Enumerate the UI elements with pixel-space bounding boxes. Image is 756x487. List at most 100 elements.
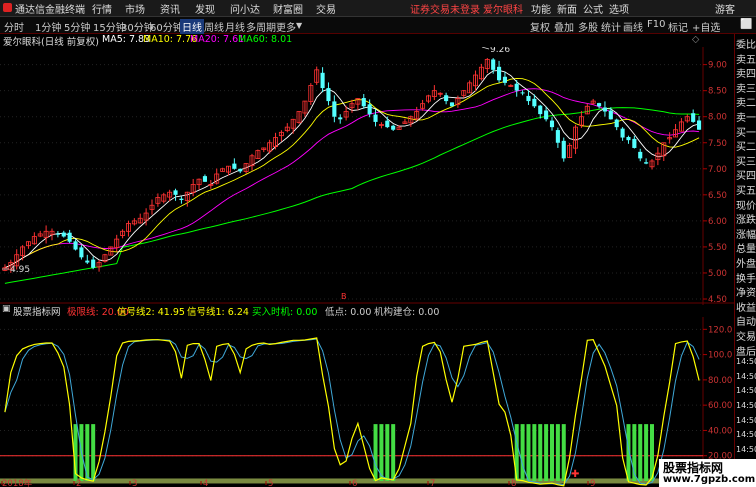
sidebar-item-15[interactable]: 外盘 [736,255,756,270]
sidebar-item-1[interactable]: 卖五 [736,51,756,66]
sidebar-item-11[interactable]: 现价 [736,197,756,212]
param-xinhaoxian1: 信号线1: 6.24 [187,307,249,318]
buy-signal-bar [520,424,525,481]
tool-huaxian[interactable]: 画线 [623,19,643,34]
indicator-name[interactable]: 股票指标网 [13,304,61,318]
tool-f10[interactable]: F10 [647,19,665,30]
buy-signal-bar [532,424,537,481]
sidebar-item-10[interactable]: 买五 [736,182,756,197]
site-watermark: 股票指标网 www.7gpzb.com [659,459,756,487]
xtick-label: 5 [268,479,273,487]
xtick-label: 2 [76,479,81,487]
menu-item-shichang[interactable]: 市场 [125,1,145,16]
xtick-label: 9 [590,479,595,487]
period-5min[interactable]: 5分钟 [64,19,90,34]
candle-body [85,260,90,263]
period-1min[interactable]: 1分钟 [35,19,61,34]
candle-body [326,88,331,102]
tool-fuquan[interactable]: 复权 [530,19,550,34]
event-marker-icon[interactable]: B [341,292,347,301]
buy-signal-bar [638,424,643,481]
buy-signal-bar [555,424,560,481]
tool-tongji[interactable]: 统计 [601,19,621,34]
ytick-label: 9.00 [708,61,727,71]
menu-item-xuanxiang[interactable]: 选项 [609,1,629,16]
candle-body [538,105,543,115]
sidebar-item-9[interactable]: 买四 [736,167,756,182]
guest-label[interactable]: 游客 [715,1,735,16]
menu-item-faxian[interactable]: 发现 [195,1,215,16]
period-daily[interactable]: 日线 [180,19,204,34]
tool-diejia[interactable]: 叠加 [554,19,574,34]
candle-body [73,241,78,250]
sidebar-item-21[interactable]: 盘后 [736,343,756,358]
indicator-menu-icon[interactable]: ▣ [2,304,11,314]
sidebar-item-28[interactable]: 14:50 [736,445,756,454]
menu-item-xinmian[interactable]: 新面 [557,1,577,16]
period-60min[interactable]: 60分钟 [150,19,183,34]
sidebar-item-27[interactable]: 14:50 [736,430,756,439]
menu-item-caifuquan[interactable]: 财富圈 [273,1,303,16]
period-multi[interactable]: 多周期 [246,19,276,34]
price-chart[interactable]: 9.00 8.50 8.00 7.50 7.00 6.50 6.00 5.50 5.00 4.50… [0,47,734,305]
tool-biaoji[interactable]: 标记 [668,19,688,34]
menu-item-zixun[interactable]: 资讯 [160,1,180,16]
ytick-label: 5.00 [708,269,727,279]
sidebar-item-24[interactable]: 14:50 [736,386,756,395]
sidebar-item-23[interactable]: 14:50 [736,372,756,381]
sidebar-item-12[interactable]: 涨跌 [736,211,756,226]
indicator-chart[interactable]: ✚ 120.0100.080.0060.0040.0020.000.00 201… [0,317,734,487]
tool-duogu[interactable]: 多股 [578,19,598,34]
sidebar-item-0[interactable]: 委比 [736,36,756,51]
high-marker-pointer [481,47,490,50]
menu-item-gongshi[interactable]: 公式 [583,1,603,16]
xtick-label: 8 [511,479,516,487]
candle-body [632,138,637,148]
candle-body [179,198,184,201]
candle-body [385,120,390,128]
period-toolbar: 分时 1分钟 5分钟 15分钟 30分钟 60分钟 日线 周线 月线 多周期 更… [0,17,756,34]
period-30min[interactable]: 30分钟 [121,19,154,34]
period-monthly[interactable]: 月线 [225,19,245,34]
quote-sidebar[interactable]: 委比 卖五 卖四 卖三 卖二 卖一 买一 买二 买三 买四 买五 现价 涨跌 涨幅 总量 外盘 换手 净资 收益 自动… [734,34,756,487]
sidebar-item-3[interactable]: 卖三 [736,80,756,95]
menu-item-gongneng[interactable]: 功能 [531,1,551,16]
candle-body [67,232,72,242]
sidebar-item-19[interactable]: 自动 [736,313,756,328]
tool-sidebar-toggle-icon[interactable]: ⬜ [740,19,752,30]
period-fenshi[interactable]: 分时 [4,19,24,34]
candle-body [626,136,631,141]
period-weekly[interactable]: 周线 [204,19,224,34]
sidebar-item-6[interactable]: 买一 [736,124,756,139]
sidebar-item-16[interactable]: 换手 [736,270,756,285]
menu-item-jiaoyi[interactable]: 交易 [316,1,336,16]
sidebar-item-7[interactable]: 买二 [736,138,756,153]
sidebar-item-2[interactable]: 卖四 [736,65,756,80]
buy-signal-bar [373,424,378,481]
param-xinhaoxian2: 信号线2: 41.95 [117,307,185,318]
menu-item-hangqing[interactable]: 行情 [92,1,112,16]
sidebar-item-4[interactable]: 卖二 [736,94,756,109]
sidebar-item-26[interactable]: 14:50 [736,416,756,425]
login-notice[interactable]: 证券交易未登录 [410,1,480,16]
ma20-line [4,88,700,269]
sidebar-item-18[interactable]: 收益 [736,299,756,314]
candle-body [173,190,178,195]
period-more-chevron-icon[interactable]: ▼ [296,21,302,30]
watermark-url: www.7gpzb.com [663,474,756,485]
buy-signal-bar [550,424,554,481]
sidebar-item-25[interactable]: 14:50 [736,401,756,410]
menu-item-wenxiaoda[interactable]: 问小达 [230,1,260,16]
sidebar-item-14[interactable]: 总量 [736,240,756,255]
candle-body [238,168,243,172]
chart-settings-icon[interactable]: ◇ [692,34,699,45]
tool-zixuan[interactable]: +自选 [692,19,720,34]
sidebar-item-20[interactable]: 交易 [736,328,756,343]
sidebar-item-5[interactable]: 卖一 [736,109,756,124]
sidebar-item-17[interactable]: 净资 [736,284,756,299]
sidebar-item-13[interactable]: 涨幅 [736,226,756,241]
sidebar-item-8[interactable]: 买三 [736,153,756,168]
sidebar-item-22[interactable]: 14:50 [736,357,756,366]
period-more[interactable]: 更多 [276,19,296,34]
signal1-line [4,338,700,486]
